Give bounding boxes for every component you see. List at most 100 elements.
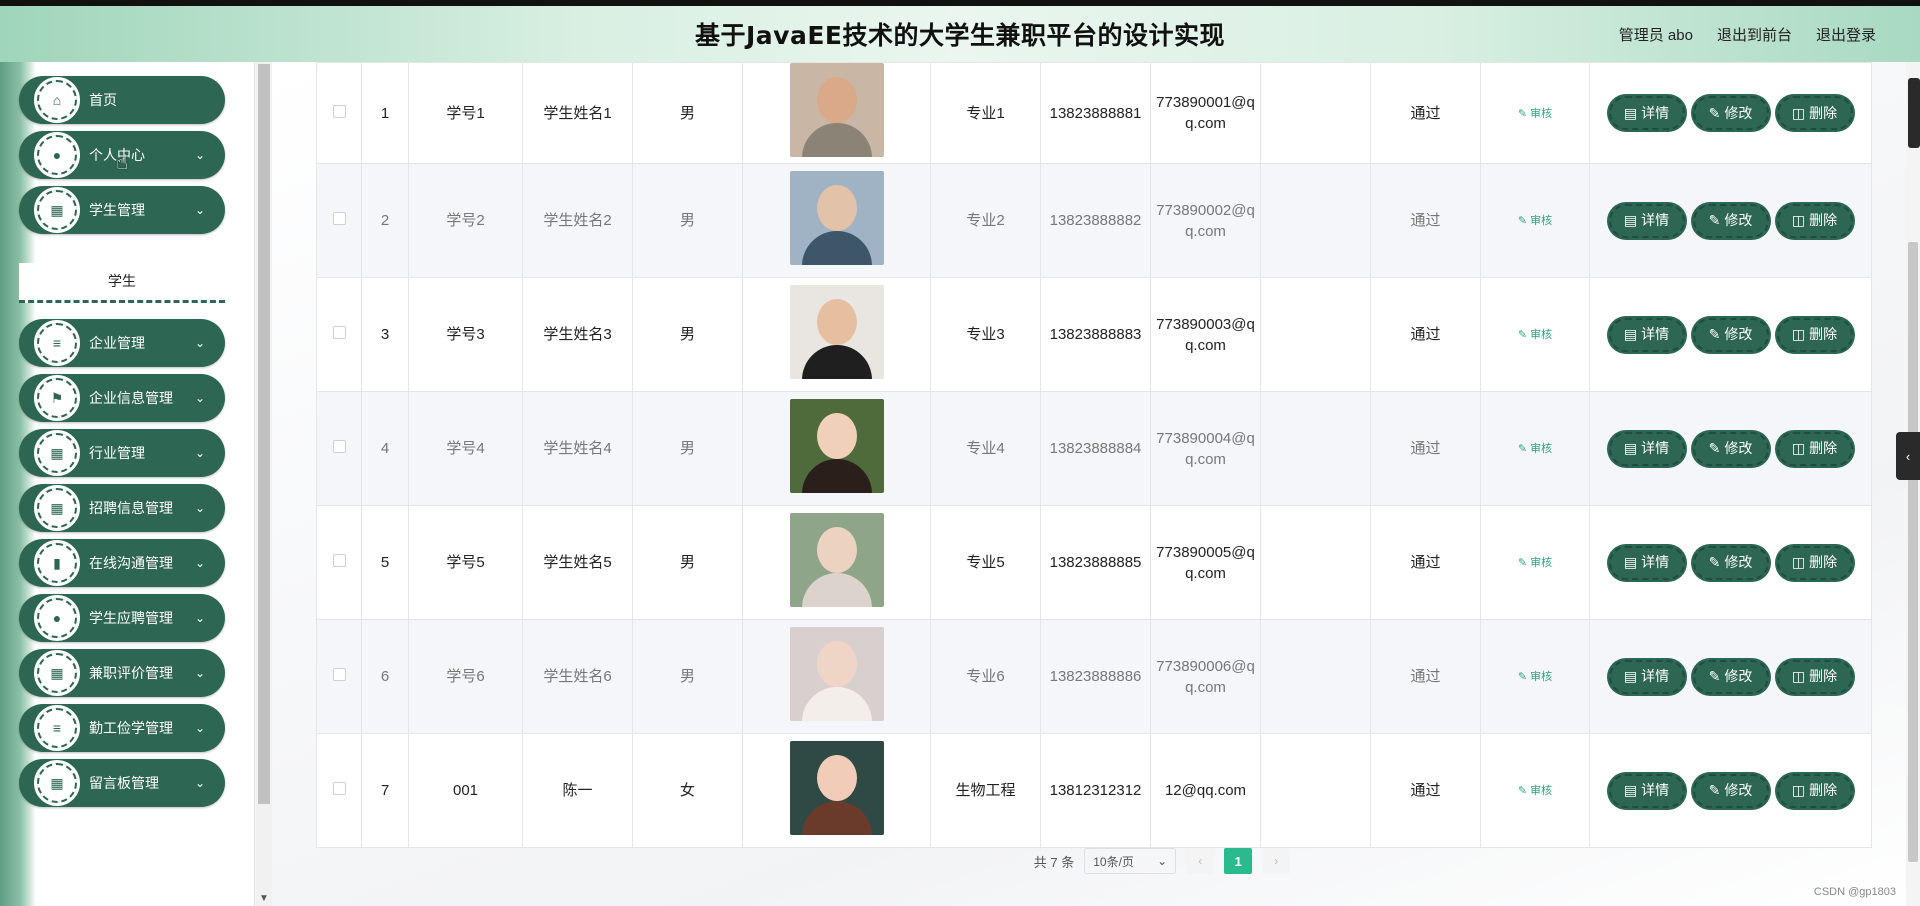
audit-link[interactable]: ✎ 审核 [1518,443,1552,455]
logout-link[interactable]: 退出登录 [1816,24,1876,45]
sidebar-item-chat[interactable]: ▮ 在线沟通管理 ⌄ [19,539,225,587]
detail-button[interactable]: ▤ 详情 [1608,431,1685,466]
edit-button[interactable]: ✎ 修改 [1692,659,1769,694]
row-checkbox[interactable] [332,212,346,225]
submenu-item-student[interactable]: 学生 [19,263,225,303]
audit-link[interactable]: ✎ 审核 [1518,785,1552,797]
audit-link[interactable]: ✎ 审核 [1518,557,1552,569]
table-row: 5 学号5 学生姓名5 男 专业5 13823888885 773890005@… [316,505,1872,620]
edit-icon: ✎ [1708,440,1721,456]
document-icon: ▤ [1623,212,1638,228]
edit-button[interactable]: ✎ 修改 [1692,773,1769,808]
sidebar-item-reviews[interactable]: ▦ 兼职评价管理 ⌄ [19,649,225,697]
detail-button[interactable]: ▤ 详情 [1608,317,1685,352]
sidebar-item-messages[interactable]: ▦ 留言板管理 ⌄ [19,759,225,807]
detail-button[interactable]: ▤ 详情 [1608,659,1685,694]
cell-student-no: 001 [408,733,523,848]
edit-button[interactable]: ✎ 修改 [1692,545,1769,580]
trash-icon: ◫ [1791,212,1806,228]
audit-link[interactable]: ✎ 审核 [1518,671,1552,683]
cell-major: 专业4 [930,391,1041,506]
detail-button[interactable]: ▤ 详情 [1608,96,1685,130]
chevron-down-icon: ⌄ [194,501,205,515]
sidebar-item-work-study[interactable]: ≡ 勤工俭学管理 ⌄ [19,704,225,752]
audit-link[interactable]: ✎ 审核 [1518,329,1552,341]
detail-button[interactable]: ▤ 详情 [1608,545,1685,580]
sidebar-scrollbar[interactable]: ▼ [254,62,272,906]
delete-button[interactable]: ◫ 删除 [1776,545,1853,580]
cell-phone: 13823888881 [1040,62,1151,164]
collapse-panel-button[interactable]: ‹ [1896,432,1920,480]
sidebar-item-home[interactable]: ⌂ 首页 [19,76,225,124]
back-to-front-link[interactable]: 退出到前台 [1717,24,1792,45]
cell-status: 通过 [1370,505,1481,620]
list-icon: ≡ [34,320,80,366]
page-scrollbar[interactable] [1906,62,1920,906]
cell-status: 通过 [1370,619,1481,734]
current-page-button[interactable]: 1 [1224,848,1253,874]
row-checkbox[interactable] [332,104,346,118]
detail-button[interactable]: ▤ 详情 [1608,773,1685,808]
chevron-down-icon: ⌄ [194,148,205,162]
sidebar-item-students[interactable]: ▦ 学生管理 ⌄ [19,186,225,234]
cell-phone: 13823888885 [1040,505,1151,620]
bar-chart-icon: ▮ [34,540,80,586]
cell-major: 专业1 [930,62,1041,164]
sidebar-item-label: 学生管理 [89,202,145,218]
cell-gender: 男 [632,277,743,392]
page-scrollbar-thumb[interactable] [1908,242,1918,862]
prev-page-button[interactable]: ‹ [1186,848,1215,874]
cell-student-no: 学号5 [408,505,523,620]
sidebar-item-companies[interactable]: ≡ 企业管理 ⌄ [19,319,225,367]
row-checkbox[interactable] [332,782,346,795]
sidebar-item-label: 留言板管理 [89,775,159,791]
edit-button[interactable]: ✎ 修改 [1692,317,1769,352]
sidebar-item-industry[interactable]: ▦ 行业管理 ⌄ [19,429,225,477]
next-page-button[interactable]: › [1262,848,1291,874]
cell-empty [1260,277,1371,392]
document-icon: ▤ [1623,554,1638,570]
delete-button[interactable]: ◫ 删除 [1776,317,1853,352]
detail-button[interactable]: ▤ 详情 [1608,203,1685,238]
audit-link[interactable]: ✎ 审核 [1518,215,1552,227]
edit-button[interactable]: ✎ 修改 [1692,203,1769,238]
audit-link[interactable]: ✎ 审核 [1518,108,1552,120]
sidebar-scrollbar-thumb[interactable] [258,64,270,804]
delete-button[interactable]: ◫ 删除 [1776,659,1853,694]
cell-status: 通过 [1370,277,1481,392]
delete-button[interactable]: ◫ 删除 [1776,773,1853,808]
delete-button[interactable]: ◫ 删除 [1776,431,1853,466]
row-checkbox[interactable] [332,554,346,567]
chevron-left-icon: ‹ [1905,448,1911,464]
student-photo [789,284,884,379]
chevron-down-icon: ⌄ [194,203,205,217]
cell-name: 学生姓名4 [522,391,633,506]
cell-email: 12@qq.com [1150,733,1261,848]
cell-phone: 13823888883 [1040,277,1151,392]
watermark: CSDN @gp1803 [1813,886,1896,898]
chevron-down-icon: ⌄ [194,721,205,735]
grid-icon: ▦ [34,760,80,806]
scroll-down-arrow-icon[interactable]: ▼ [259,893,269,904]
row-checkbox[interactable] [332,668,346,681]
edit-button[interactable]: ✎ 修改 [1692,431,1769,466]
row-checkbox[interactable] [332,326,346,339]
delete-button[interactable]: ◫ 删除 [1776,96,1853,130]
sidebar-item-recruitment[interactable]: ▦ 招聘信息管理 ⌄ [19,484,225,532]
sidebar-item-applications[interactable]: ● 学生应聘管理 ⌄ [19,594,225,642]
cell-index: 3 [361,277,409,392]
sidebar-item-label: 兼职评价管理 [89,665,173,681]
chevron-down-icon: ⌄ [194,776,205,790]
delete-button[interactable]: ◫ 删除 [1776,203,1853,238]
edit-button[interactable]: ✎ 修改 [1692,96,1769,130]
page-size-select[interactable]: 10条/页 ⌄ [1084,848,1177,874]
sidebar-item-company-info[interactable]: ⚑ 企业信息管理 ⌄ [19,374,225,422]
cell-major: 专业3 [930,277,1041,392]
student-photo [789,398,884,493]
cell-empty [1260,163,1371,278]
cell-empty [1260,62,1371,164]
cell-empty [1260,619,1371,734]
sidebar-item-label: 勤工俭学管理 [89,720,173,736]
row-checkbox[interactable] [332,440,346,453]
cell-email: 773890005@qq.com [1150,505,1261,620]
